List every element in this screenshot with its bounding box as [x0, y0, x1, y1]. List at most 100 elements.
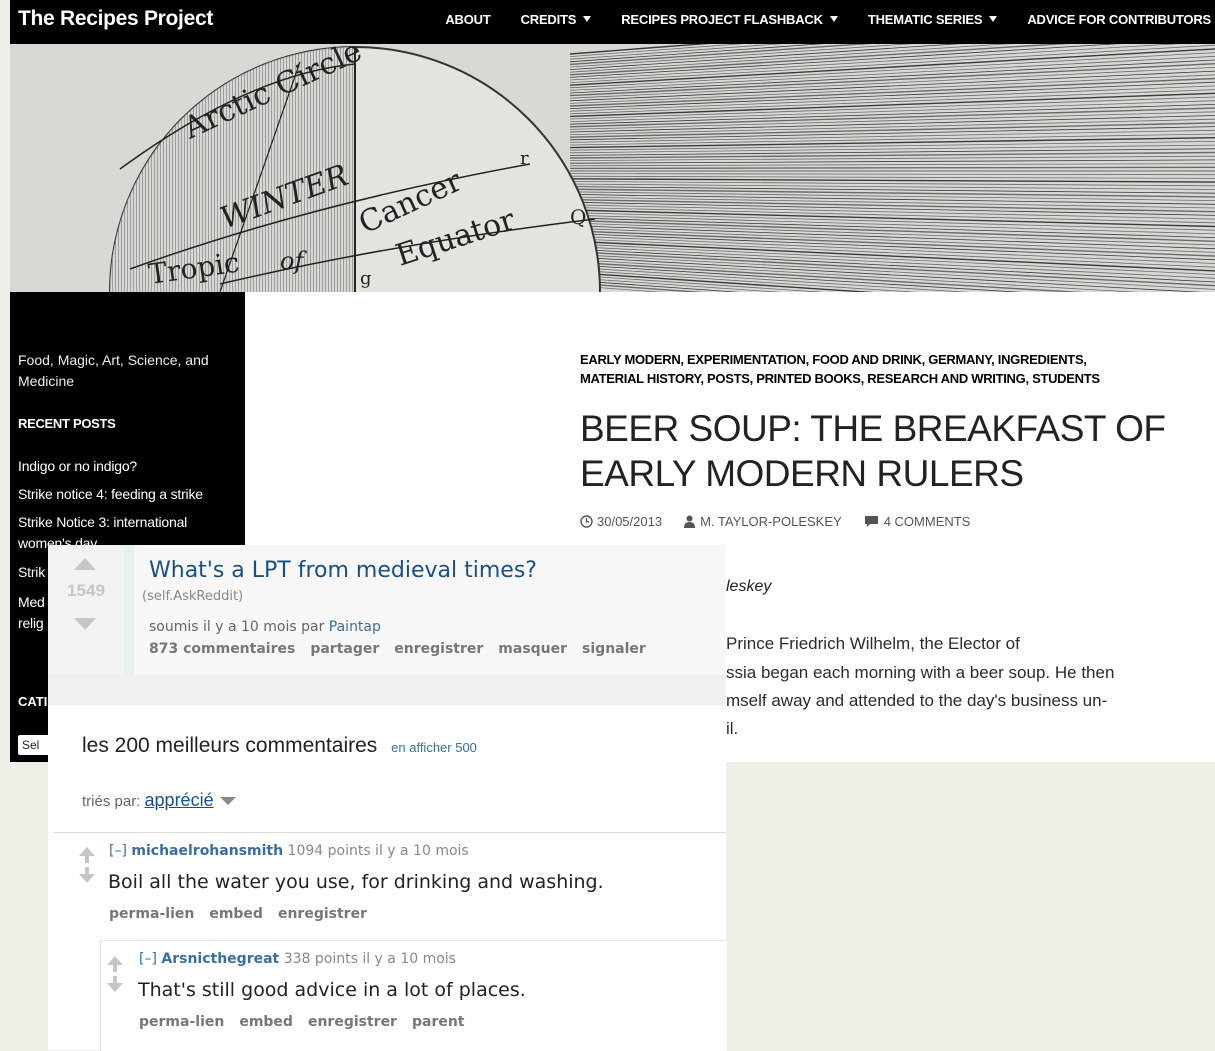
- recent-post-link[interactable]: Strike notice 4: feeding a strike: [18, 486, 203, 502]
- divider: [54, 832, 726, 833]
- nav-flashback-label: RECIPES PROJECT FLASHBACK: [621, 12, 823, 27]
- comments-heading: les 200 meilleurs commentaires en affich…: [82, 734, 477, 758]
- site-tagline: Food, Magic, Art, Science, and Medicine: [18, 352, 209, 389]
- upvote-arrow-icon[interactable]: [74, 558, 96, 570]
- hide-link[interactable]: masquer: [498, 641, 567, 657]
- clock-icon: [580, 515, 593, 528]
- submitter-link[interactable]: Paintap: [329, 619, 381, 635]
- user-icon: [684, 515, 696, 528]
- separator-band: [48, 675, 726, 705]
- reddit-post: 1549 What's a LPT from medieval times? (…: [48, 545, 726, 675]
- sort-dropdown[interactable]: apprécié: [145, 790, 214, 810]
- comment-downvote-icon[interactable]: [107, 983, 123, 992]
- permalink-link[interactable]: perma-lien: [109, 906, 194, 922]
- upvote-stem: [85, 856, 89, 863]
- nav-about-label: ABOUT: [445, 12, 491, 27]
- save-comment-link[interactable]: enregistrer: [278, 906, 367, 922]
- post-date-text: 30/05/2013: [597, 514, 663, 529]
- comment-body: Boil all the water you use, for drinking…: [108, 871, 604, 893]
- comment-actions: perma-lien embed enregistrer parent: [139, 1014, 480, 1030]
- nav-thematic-series[interactable]: THEMATIC SERIES: [868, 12, 998, 27]
- post-byline: leskey: [726, 578, 772, 595]
- downvote-stem: [85, 867, 89, 874]
- nav-advice[interactable]: ADVICE FOR CONTRIBUTORS: [1027, 12, 1211, 27]
- comment-header: [–] Arsnicthegreat 338 points il y a 10 …: [139, 951, 456, 967]
- report-link[interactable]: signaler: [582, 641, 646, 657]
- nav-about[interactable]: ABOUT: [445, 12, 490, 27]
- post-paragraph-line: mself away and attended to the day's bus…: [726, 691, 1108, 710]
- post-score: 1549: [67, 581, 105, 600]
- recent-post-link[interactable]: Strik: [18, 564, 45, 580]
- recent-post-link[interactable]: Med: [18, 594, 45, 610]
- permalink-link[interactable]: perma-lien: [139, 1014, 224, 1030]
- of-label: of: [280, 247, 307, 275]
- save-comment-link[interactable]: enregistrer: [308, 1014, 397, 1030]
- embed-link[interactable]: embed: [239, 1014, 293, 1030]
- downvote-stem: [113, 976, 117, 983]
- post-title[interactable]: BEER SOUP: THE BREAKFAST OF EARLY MODERN…: [580, 406, 1200, 496]
- comments-count-link[interactable]: 873 commentaires: [149, 641, 295, 657]
- post-categories[interactable]: EARLY MODERN, EXPERIMENTATION, FOOD AND …: [580, 350, 1150, 388]
- post-accent-bar: [124, 545, 134, 675]
- upvote-stem: [113, 965, 117, 972]
- top-navigation-bar: The Recipes Project ABOUT CREDITS RECIPE…: [10, 0, 1215, 44]
- reddit-post-title[interactable]: What's a LPT from medieval times?: [149, 558, 537, 583]
- comment-icon: [864, 516, 878, 527]
- post-tagline: soumis il y a 10 mois par Paintap: [149, 619, 381, 635]
- nav-advice-label: ADVICE FOR CONTRIBUTORS: [1027, 12, 1211, 27]
- post-content: EARLY MODERN, EXPERIMENTATION, FOOD AND …: [580, 350, 1200, 529]
- chevron-down-icon[interactable]: [219, 797, 236, 805]
- post-meta: 30/05/2013 M. TAYLOR-POLESKEY 4 COMMENTS: [580, 514, 1200, 529]
- save-link[interactable]: enregistrer: [394, 641, 483, 657]
- r-label: r: [520, 148, 529, 169]
- post-comments-link[interactable]: 4 COMMENTS: [864, 514, 971, 529]
- sort-control: triés par: apprécié: [82, 790, 236, 811]
- engraving-illustration: Arctic Circle WINTER Cancer Equator Trop…: [10, 44, 1215, 292]
- vote-column: 1549: [48, 545, 124, 675]
- main-menu: ABOUT CREDITS RECIPES PROJECT FLASHBACK …: [415, 12, 1211, 27]
- caret-down-icon: [829, 16, 838, 22]
- post-author-text: M. TAYLOR-POLESKEY: [700, 514, 842, 529]
- post-author[interactable]: M. TAYLOR-POLESKEY: [684, 514, 842, 529]
- submitted-text: soumis il y a 10 mois par: [149, 619, 325, 635]
- q-label: Q: [570, 205, 586, 229]
- nav-credits-label: CREDITS: [520, 12, 577, 27]
- comment-body: That's still good advice in a lot of pla…: [138, 979, 526, 1001]
- post-domain[interactable]: (self.AskReddit): [142, 589, 243, 604]
- collapse-toggle[interactable]: [–]: [109, 843, 127, 859]
- post-actions: 873 commentaires partager enregistrer ma…: [149, 641, 661, 657]
- caret-down-icon: [583, 16, 592, 22]
- recent-post-link[interactable]: Indigo or no indigo?: [18, 458, 137, 474]
- post-comments-text: 4 COMMENTS: [883, 514, 971, 529]
- reddit-thread-overlay: 1549 What's a LPT from medieval times? (…: [48, 545, 727, 1051]
- comment-meta: 1094 points il y a 10 mois: [287, 843, 469, 859]
- show-500-link[interactable]: en afficher 500: [391, 740, 477, 755]
- post-paragraph-line: ssia began each morning with a beer soup…: [726, 663, 1115, 682]
- nav-flashback[interactable]: RECIPES PROJECT FLASHBACK: [621, 12, 838, 27]
- comment-author[interactable]: michaelrohansmith: [131, 843, 283, 859]
- recent-post-link-cont[interactable]: relig: [18, 615, 44, 631]
- downvote-arrow-icon[interactable]: [74, 618, 96, 630]
- comment-meta: 338 points il y a 10 mois: [283, 951, 456, 967]
- post-date[interactable]: 30/05/2013: [580, 514, 662, 529]
- comment-upvote-icon[interactable]: [107, 956, 123, 965]
- comment-upvote-icon[interactable]: [79, 847, 95, 856]
- parent-link[interactable]: parent: [412, 1014, 465, 1030]
- comment-author[interactable]: Arsnicthegreat: [161, 951, 279, 967]
- child-comment: [–] Arsnicthegreat 338 points il y a 10 …: [100, 940, 727, 1051]
- recent-post-link[interactable]: Strike Notice 3: international: [18, 514, 187, 530]
- comment-header: [–] michaelrohansmith 1094 points il y a…: [109, 843, 469, 859]
- header-engraving-image: Arctic Circle WINTER Cancer Equator Trop…: [10, 44, 1215, 292]
- embed-link[interactable]: embed: [209, 906, 263, 922]
- recent-posts-heading: RECENT POSTS: [18, 416, 116, 431]
- sort-label: triés par:: [82, 793, 141, 810]
- nav-thematic-label: THEMATIC SERIES: [867, 12, 983, 27]
- share-link[interactable]: partager: [310, 641, 379, 657]
- site-title[interactable]: The Recipes Project: [18, 7, 213, 31]
- nav-credits[interactable]: CREDITS: [521, 12, 592, 27]
- categories-heading: CATI: [18, 694, 48, 709]
- top-comments-text: les 200 meilleurs commentaires: [82, 734, 378, 757]
- caret-down-icon: [989, 16, 998, 22]
- collapse-toggle[interactable]: [–]: [139, 951, 157, 967]
- comment-downvote-icon[interactable]: [79, 874, 95, 883]
